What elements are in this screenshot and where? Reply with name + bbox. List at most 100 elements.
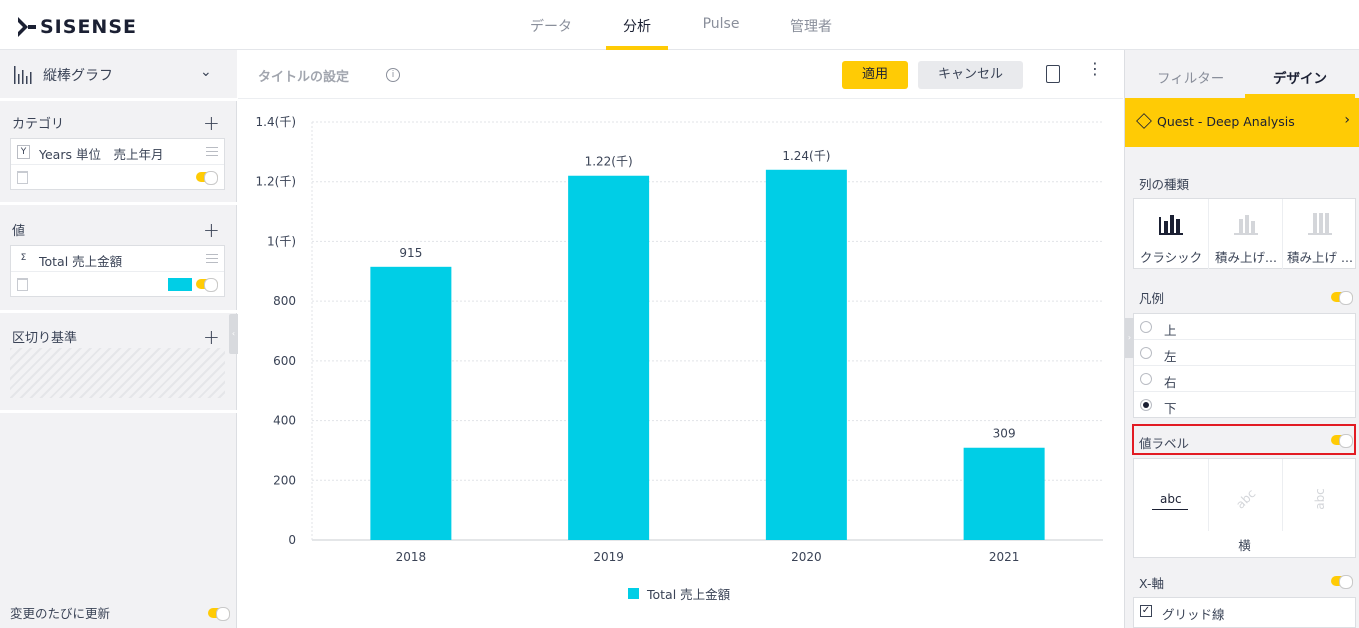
category-field-row: Y Years 単位 売上年月 (11, 139, 224, 165)
add-value-icon[interactable]: + (203, 220, 220, 240)
sisense-logo[interactable]: SISENSE (18, 16, 137, 38)
top-header: SISENSE データ 分析 Pulse 管理者 (0, 0, 1359, 50)
bar-chart: 0 200 400 600 800 1(千) 1.2(千) 1.4(千) 915 2018 1.22… (256, 115, 1103, 564)
data-label: 1.22(千) (585, 155, 633, 169)
legend-option-label: 右 (1164, 375, 1177, 390)
chart-legend[interactable]: Total 売上金額 (628, 584, 730, 603)
legend-title: 凡例 (1139, 291, 1165, 306)
bar-chart-icon (14, 66, 32, 84)
legend-swatch (628, 588, 639, 599)
left-data-panel: 縦棒グラフ ⌄ カテゴリ + Y Years 単位 売上年月 値 + Σ Tot… (0, 50, 237, 628)
trash-icon[interactable] (17, 278, 28, 291)
auto-update-toggle[interactable] (208, 607, 230, 621)
add-category-icon[interactable]: + (203, 113, 220, 133)
radio-button[interactable] (1140, 373, 1152, 385)
add-breakby-icon[interactable]: + (203, 327, 220, 347)
field-menu-icon[interactable] (206, 147, 218, 156)
stacked-100-bars-icon (1308, 213, 1332, 235)
radio-button-selected[interactable] (1140, 399, 1152, 411)
y-tick-label: 400 (273, 414, 296, 428)
legend-option-top[interactable]: 上 (1134, 314, 1355, 340)
more-options-icon[interactable]: ⋮ (1087, 61, 1103, 77)
column-type-label: クラシック (1139, 250, 1203, 265)
vertical-abc-icon: abc (1312, 488, 1327, 510)
orientation-vertical[interactable]: abc (1282, 459, 1356, 531)
category-field-label[interactable]: Years 単位 売上年月 (39, 144, 163, 163)
data-label: 309 (993, 427, 1016, 441)
legend-option-left[interactable]: 左 (1134, 340, 1355, 366)
legend-option-label: 左 (1164, 349, 1177, 364)
orientation-horizontal[interactable]: abc (1134, 459, 1208, 531)
y-tick-label: 200 (273, 473, 296, 487)
x-tick-label: 2020 (791, 550, 822, 564)
orientation-diagonal[interactable]: abc (1208, 459, 1282, 531)
category-field-card[interactable]: Y Years 単位 売上年月 (10, 138, 225, 190)
x-tick-label: 2018 (396, 550, 427, 564)
value-field-card[interactable]: Σ Total 売上金額 (10, 245, 225, 297)
chevron-right-icon: › (1344, 112, 1350, 128)
nav-tab-analytics[interactable]: 分析 (616, 16, 658, 36)
column-type-classic[interactable]: クラシック (1134, 199, 1208, 269)
logo-text: SISENSE (40, 16, 137, 38)
column-type-selector: クラシック 積み上げ... 積み上げ ... (1133, 198, 1356, 269)
category-toggle[interactable] (196, 171, 218, 185)
chart-area: 0 200 400 600 800 1(千) 1.2(千) 1.4(千) 915 2018 1.22… (238, 100, 1123, 628)
stacked-bars-icon (1234, 215, 1258, 235)
legend-toggle[interactable] (1331, 291, 1353, 305)
y-tick-label: 1.2(千) (256, 175, 296, 189)
column-type-title: 列の種類 (1139, 177, 1190, 192)
value-field-row: Σ Total 売上金額 (11, 246, 224, 272)
collapse-right-panel-handle[interactable]: › (1125, 318, 1134, 358)
y-tick-label: 0 (288, 533, 296, 547)
x-axis-title: X-軸 (1139, 576, 1164, 591)
auto-update-label: 変更のたびに更新 (10, 606, 111, 621)
data-model-selector[interactable]: Quest - Deep Analysis › (1125, 98, 1359, 147)
legend-position-options: 上 左 右 下 (1133, 313, 1356, 418)
grid-lines-checkbox[interactable]: ✓ (1140, 605, 1152, 617)
widget-title-input[interactable]: タイトルの設定 (258, 66, 349, 85)
sigma-icon: Σ (20, 253, 27, 263)
divider (0, 410, 237, 413)
export-icon[interactable] (1046, 65, 1060, 83)
widget-type-selector[interactable]: 縦棒グラフ ⌄ (0, 50, 237, 98)
column-type-stacked[interactable]: 積み上げ... (1208, 199, 1282, 269)
y-tick-label: 600 (273, 354, 296, 368)
widget-toolbar: タイトルの設定 i 適用 キャンセル ⋮ (238, 50, 1123, 99)
diagonal-abc-icon: abc (1233, 486, 1259, 512)
legend-option-bottom[interactable]: 下 (1134, 392, 1355, 418)
column-type-stacked-100[interactable]: 積み上げ ... (1282, 199, 1356, 269)
collapse-left-panel-handle[interactable]: ‹ (229, 314, 238, 354)
legend-option-right[interactable]: 右 (1134, 366, 1355, 392)
legend-option-label: 下 (1164, 401, 1177, 416)
tab-filters[interactable]: フィルター (1157, 67, 1224, 87)
bar[interactable] (765, 169, 847, 540)
bar[interactable] (370, 266, 452, 540)
trash-icon[interactable] (17, 171, 28, 184)
info-icon[interactable]: i (386, 68, 400, 82)
chevron-down-icon: ⌄ (200, 64, 212, 80)
bar[interactable] (963, 447, 1045, 540)
x-tick-label: 2021 (989, 550, 1020, 564)
underline (1152, 509, 1188, 510)
legend-option-label: 上 (1164, 323, 1177, 338)
x-axis-toggle[interactable] (1331, 575, 1353, 589)
nav-tab-data[interactable]: データ (528, 16, 574, 36)
apply-button[interactable]: 適用 (842, 61, 908, 89)
nav-tab-admin[interactable]: 管理者 (786, 16, 836, 36)
series-color-swatch[interactable] (168, 278, 192, 291)
value-toggle[interactable] (196, 278, 218, 292)
y-tick-label: 1.4(千) (256, 115, 296, 129)
field-menu-icon[interactable] (206, 254, 218, 263)
values-title: 値 (12, 224, 26, 239)
radio-button[interactable] (1140, 321, 1152, 333)
nav-tab-pulse[interactable]: Pulse (700, 16, 742, 32)
y-tick-label: 1(千) (267, 234, 296, 248)
bar[interactable] (568, 175, 650, 540)
breakby-drop-zone[interactable] (10, 348, 225, 398)
x-tick-label: 2019 (593, 550, 624, 564)
value-field-label[interactable]: Total 売上金額 (39, 251, 122, 270)
tab-design[interactable]: デザイン (1273, 67, 1327, 87)
radio-button[interactable] (1140, 347, 1152, 359)
x-axis-options: ✓ グリッド線 (1133, 597, 1356, 628)
cancel-button[interactable]: キャンセル (918, 61, 1023, 89)
